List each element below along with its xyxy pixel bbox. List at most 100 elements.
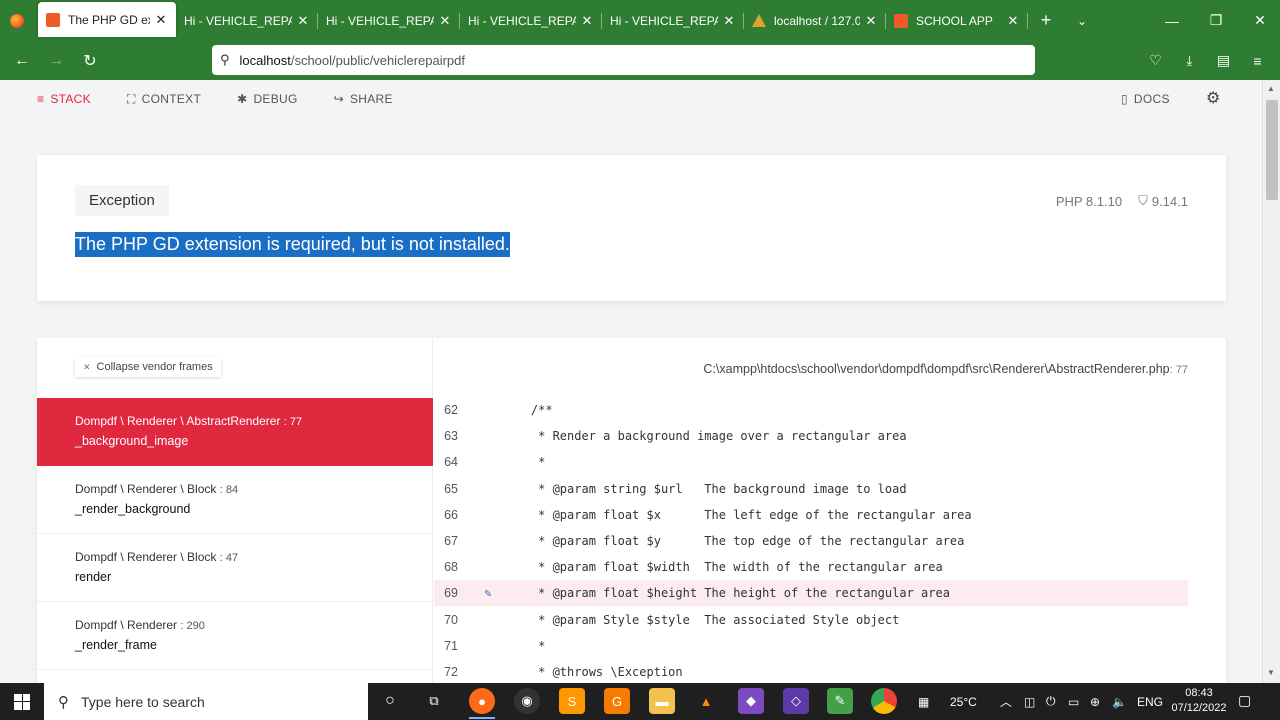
code-line: 66 * @param float $x The left edge of th…	[434, 502, 1188, 528]
php-version: PHP 8.1.10	[1055, 193, 1123, 209]
search-icon: ⚲	[220, 52, 230, 67]
pocket-icon[interactable]: ♡	[1139, 44, 1172, 77]
browser-tab[interactable]: Hi - VEHICLE_REPAIR ✕	[460, 0, 602, 41]
battery-icon[interactable]: ▭	[1068, 683, 1079, 720]
weather-temperature[interactable]: 25°C	[950, 683, 977, 720]
exception-card: Exception PHP 8.1.10 ⛉ 9.14.1 The PHP GD…	[37, 155, 1226, 301]
nav-debug[interactable]: ✱ DEBUG	[237, 92, 298, 106]
gear-icon[interactable]: ⚙	[1206, 88, 1221, 108]
file-path[interactable]: C:\xampp\htdocs\school\vendor\dompdf\dom…	[703, 362, 1188, 376]
app-icon[interactable]: ✎	[827, 688, 853, 714]
browser-tab[interactable]: Hi - VEHICLE_REPAIR ✕	[602, 0, 744, 41]
context-icon: ⛶	[126, 91, 136, 106]
tab-close-icon[interactable]: ✕	[722, 13, 736, 29]
close-window-icon[interactable]: ✕	[1238, 0, 1280, 41]
nav-stack[interactable]: ≡ STACK	[37, 92, 91, 106]
obs-icon[interactable]: ◉	[514, 688, 540, 714]
code-text: * @param Style $style The associated Sty…	[502, 612, 900, 627]
power-icon[interactable]: ⏻	[1046, 683, 1056, 720]
menu-icon[interactable]: ≡	[1241, 44, 1274, 77]
code-text: * @throws \Exception	[502, 665, 683, 679]
download-icon[interactable]: ⤓	[1173, 44, 1206, 77]
collapse-vendor-frames-button[interactable]: ✕ Collapse vendor frames	[75, 357, 221, 377]
language-indicator[interactable]: ENG	[1137, 683, 1163, 720]
tab-close-icon[interactable]: ✕	[1006, 13, 1020, 29]
scroll-down-icon[interactable]: ▼	[1267, 668, 1275, 677]
browser-navigation-bar: ← → ↻ ⚲ localhost/school/public/vehicler…	[0, 41, 1280, 80]
sublime-icon[interactable]: S	[559, 688, 585, 714]
stack-frame[interactable]: Dompdf \ Renderer \ AbstractRenderer : 7…	[37, 398, 433, 466]
taskbar-search-box[interactable]: ⚲ Type here to search	[44, 683, 368, 720]
code-line: 65 * @param string $url The background i…	[434, 476, 1188, 502]
task-view-icon[interactable]: ⧉	[421, 688, 447, 714]
nav-context[interactable]: ⛶ CONTEXT	[127, 92, 201, 107]
file-explorer-icon[interactable]: ▬	[649, 688, 675, 714]
frame-line: : 47	[219, 552, 239, 564]
browser-tab[interactable]: SCHOOL APP ✕	[886, 0, 1028, 41]
volume-icon[interactable]: 🔈	[1112, 683, 1127, 720]
new-tab-button[interactable]: +	[1028, 0, 1064, 41]
edit-pencil-icon[interactable]: ✎	[474, 586, 502, 600]
tab-title: The PHP GD exten	[68, 12, 150, 27]
vscode-icon[interactable]: ◇	[783, 688, 809, 714]
book-icon: ▯	[1121, 92, 1128, 106]
reload-icon[interactable]: ↻	[73, 44, 107, 78]
code-text: * @param string $url The background imag…	[502, 481, 907, 496]
restore-icon[interactable]: ❐	[1194, 0, 1238, 41]
browser-tab[interactable]: Hi - VEHICLE_REPAIR ✕	[176, 0, 318, 41]
code-line: 64 *	[434, 449, 1188, 475]
code-line-highlighted: 69 ✎ * @param float $height The height of…	[434, 580, 1188, 607]
browser-tab[interactable]: Hi - VEHICLE_REPAIR ✕	[318, 0, 460, 41]
browser-tab[interactable]: localhost / 127.0.0 ✕	[744, 0, 886, 41]
tab-list-chevron-icon[interactable]: ⌄	[1064, 0, 1100, 41]
camera-icon[interactable]: ◫	[1024, 683, 1035, 720]
exception-message: The PHP GD extension is required, but is…	[75, 232, 510, 257]
stack-trace-card: ✕ Collapse vendor frames Dompdf \ Render…	[37, 338, 1226, 683]
visual-studio-icon[interactable]: ◆	[738, 688, 764, 714]
tab-close-icon[interactable]: ✕	[580, 13, 594, 29]
tab-close-icon[interactable]: ✕	[154, 12, 168, 28]
tab-close-icon[interactable]: ✕	[438, 13, 452, 29]
line-number: 67	[444, 534, 458, 548]
stack-frame[interactable]: Dompdf \ Renderer : 290 _render_frame	[37, 602, 433, 670]
nav-docs[interactable]: ▯ DOCS	[1121, 92, 1170, 106]
forward-arrow-icon[interactable]: →	[39, 44, 73, 78]
code-text: * Render a background image over a recta…	[502, 429, 907, 444]
network-icon[interactable]: ⊕	[1090, 683, 1100, 720]
code-text: * @param float $x The left edge of the r…	[502, 507, 972, 522]
cortana-icon[interactable]: ○	[377, 688, 403, 714]
tab-close-icon[interactable]: ✕	[864, 13, 878, 29]
page-scrollbar[interactable]: ▲ ▼	[1262, 80, 1280, 683]
url-bar[interactable]: ⚲ localhost/school/public/vehiclerepairp…	[212, 45, 1035, 75]
line-number: 71	[444, 638, 458, 653]
extensions-icon[interactable]: ▤	[1207, 44, 1240, 77]
line-number: 64	[444, 455, 458, 470]
firefox-icon[interactable]	[0, 0, 34, 41]
code-line: 63 * Render a background image over a re…	[434, 423, 1188, 449]
collapse-icon: ✕	[83, 361, 91, 372]
minimize-icon[interactable]: —	[1150, 0, 1194, 41]
line-number: 69	[444, 586, 458, 601]
scroll-thumb[interactable]	[1266, 100, 1278, 200]
nav-share[interactable]: ↪ SHARE	[334, 92, 393, 106]
tray-chevron-icon[interactable]: ︿	[1000, 683, 1012, 720]
stack-frame[interactable]: Dompdf \ Renderer \ Block : 84 _render_ba…	[37, 466, 433, 534]
vlc-icon[interactable]: ▲	[693, 688, 719, 714]
chrome-icon[interactable]	[871, 688, 897, 714]
clock[interactable]: 08:43 07/12/2022	[1168, 686, 1230, 716]
weather-icon[interactable]: ▦	[918, 683, 929, 720]
stack-icon: ≡	[37, 92, 45, 106]
stack-frame[interactable]: Dompdf \ Renderer \ Block : 47 render	[37, 534, 433, 602]
notifications-icon[interactable]: ▢	[1238, 692, 1251, 709]
back-arrow-icon[interactable]: ←	[5, 44, 39, 78]
version-info: PHP 8.1.10 ⛉ 9.14.1	[1056, 193, 1188, 209]
browser-tab[interactable]: The PHP GD exten ✕	[38, 2, 176, 37]
firefox-taskbar-icon[interactable]: ●	[469, 688, 495, 719]
git-icon[interactable]: G	[604, 688, 630, 714]
windows-taskbar: ⚲ Type here to search ○ ⧉ ● ◉ S G ▬ ▲ ◆ …	[0, 683, 1280, 720]
tab-close-icon[interactable]: ✕	[296, 13, 310, 29]
laravel-version: 9.14.1	[1151, 193, 1188, 209]
code-text: * @param float $y The top edge of the re…	[502, 534, 965, 548]
scroll-up-icon[interactable]: ▲	[1267, 84, 1275, 93]
start-button[interactable]	[0, 683, 44, 720]
